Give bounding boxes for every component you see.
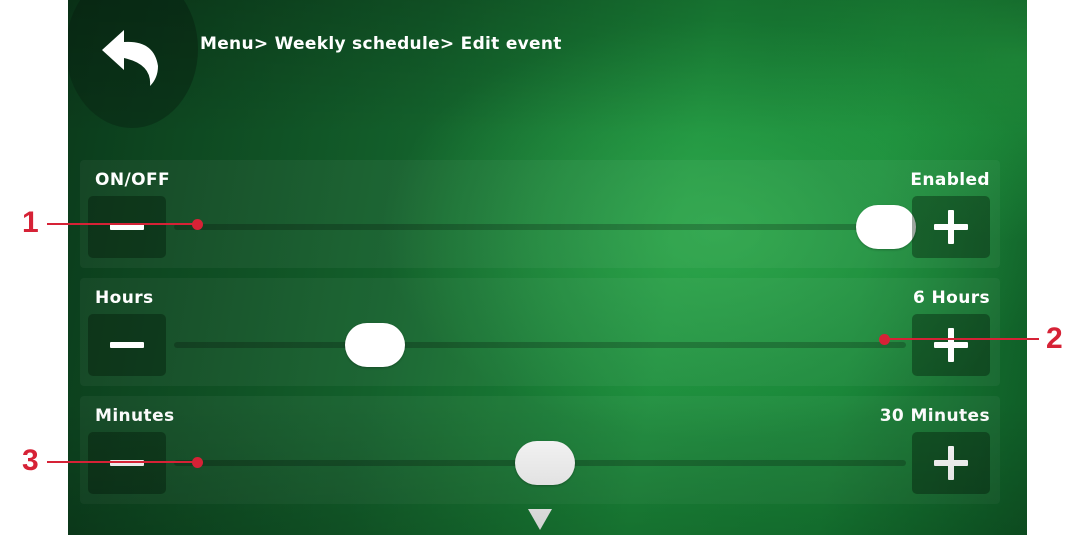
slider-thumb[interactable]	[515, 441, 575, 485]
breadcrumb: Menu> Weekly schedule> Edit event	[200, 34, 562, 54]
decrease-button[interactable]	[88, 314, 166, 376]
row-label: Minutes	[95, 406, 175, 426]
back-button[interactable]	[98, 26, 168, 90]
screen: Menu> Weekly schedule> Edit event ON/OFF…	[68, 0, 1027, 535]
callout-line	[47, 223, 197, 225]
row-label: Hours	[95, 288, 154, 308]
row-value: 30 Minutes	[879, 406, 990, 426]
slider-track[interactable]	[174, 224, 906, 230]
decrease-button[interactable]	[88, 432, 166, 494]
callout-line	[884, 338, 1039, 340]
triangle-down-icon	[528, 509, 552, 530]
increase-button[interactable]	[912, 432, 990, 494]
decrease-button[interactable]	[88, 196, 166, 258]
scroll-down-button[interactable]	[527, 507, 553, 531]
callout-number: 1	[22, 206, 39, 239]
row-label: ON/OFF	[95, 170, 170, 190]
slider-track[interactable]	[174, 342, 906, 348]
callout-dot	[879, 334, 890, 345]
setting-row-on-off: ON/OFF Enabled	[80, 160, 1000, 268]
callout-number: 3	[22, 444, 39, 477]
increase-button[interactable]	[912, 314, 990, 376]
row-value: 6 Hours	[912, 288, 990, 308]
increase-button[interactable]	[912, 196, 990, 258]
back-arrow-icon	[102, 30, 158, 86]
slider-thumb[interactable]	[344, 323, 405, 367]
callout-number: 2	[1046, 322, 1063, 355]
row-value: Enabled	[910, 170, 990, 190]
setting-row-hours: Hours 6 Hours	[80, 278, 1000, 386]
slider-thumb[interactable]	[856, 205, 916, 249]
callout-line	[47, 461, 197, 463]
callout-dot	[192, 219, 203, 230]
setting-row-minutes: Minutes 30 Minutes	[80, 396, 1000, 504]
callout-dot	[192, 457, 203, 468]
